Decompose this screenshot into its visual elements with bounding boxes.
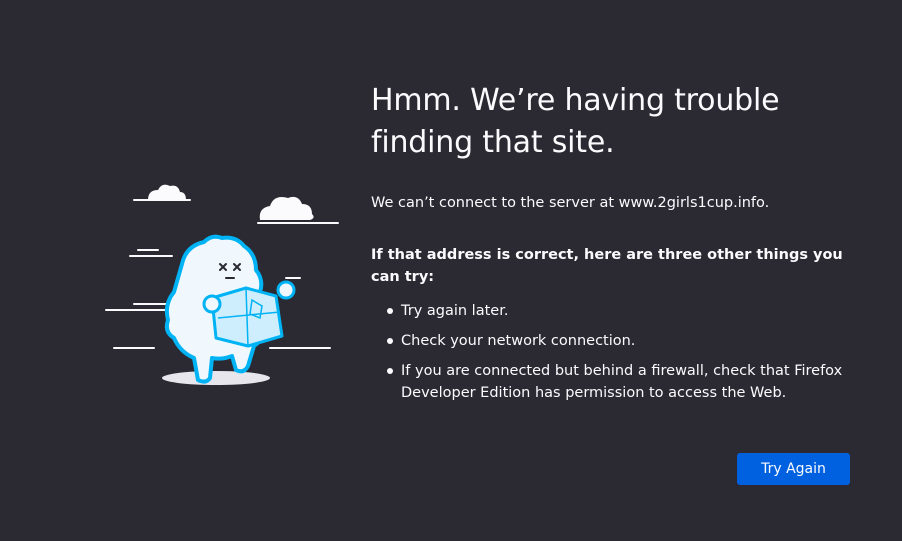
bullet-icon [387,368,393,374]
advice-item-text: Check your network connection. [401,333,636,349]
lost-map-mascot-icon [105,184,339,385]
error-content: Hmm. We’re having trouble finding that s… [371,80,851,412]
advice-item: Check your network connection. [387,330,851,352]
error-page: Hmm. We’re having trouble finding that s… [0,0,902,541]
bullet-icon [387,338,393,344]
try-again-button[interactable]: Try Again [737,453,850,485]
advice-heading: If that address is correct, here are thr… [371,247,843,285]
advice-item-text: Try again later. [401,303,509,319]
advice-item-text: If you are connected but behind a firewa… [401,363,843,401]
advice-item: If you are connected but behind a firewa… [387,360,851,404]
error-short-description: We can’t connect to the server at www.2g… [371,195,770,211]
bullet-icon [387,308,393,314]
error-title: Hmm. We’re having trouble finding that s… [371,83,780,160]
advice-item: Try again later. [387,300,851,322]
advice-list: Try again later. Check your network conn… [371,300,851,404]
